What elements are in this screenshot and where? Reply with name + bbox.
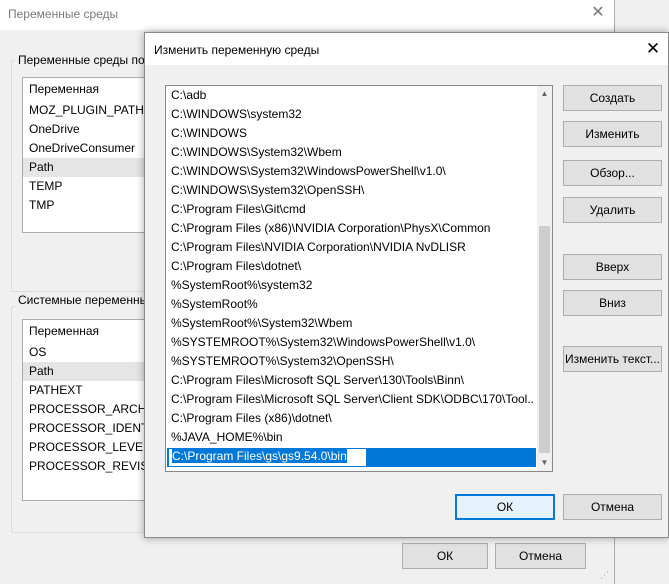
path-edit-input[interactable]: C:\Program Files\gs\gs9.54.0\bin xyxy=(168,448,367,467)
system-list-header[interactable]: Переменная xyxy=(23,320,151,343)
resize-grip-icon[interactable]: ⋰ xyxy=(600,570,609,581)
close-icon[interactable]: ✕ xyxy=(643,39,663,59)
list-item[interactable]: TMP xyxy=(23,196,151,215)
bg-cancel-button[interactable]: Отмена xyxy=(495,543,586,569)
list-item[interactable]: OneDrive xyxy=(23,120,151,139)
path-item[interactable]: %JAVA_HOME%\bin xyxy=(171,428,533,447)
path-list[interactable]: C:\adb C:\WINDOWS\system32 C:\WINDOWS C:… xyxy=(165,85,553,472)
path-item[interactable]: C:\Program Files\Git\cmd xyxy=(171,200,533,219)
user-variables-group-label: Переменные среды по xyxy=(15,53,151,67)
move-up-button[interactable]: Вверх xyxy=(563,254,662,280)
browse-button[interactable]: Обзор... xyxy=(563,160,662,186)
bg-titlebar: Переменные среды ✕ xyxy=(0,0,614,30)
path-item[interactable]: %SYSTEMROOT%\System32\OpenSSH\ xyxy=(171,352,533,371)
list-item[interactable]: PROCESSOR_LEVEL xyxy=(23,438,151,457)
ok-button[interactable]: ОК xyxy=(455,494,555,520)
list-item[interactable]: MOZ_PLUGIN_PATH xyxy=(23,101,151,120)
path-item[interactable]: C:\Program Files\dotnet\ xyxy=(171,257,533,276)
path-item[interactable]: %SystemRoot% xyxy=(171,295,533,314)
scroll-down-arrow-icon[interactable]: ▼ xyxy=(537,455,552,471)
path-item[interactable]: C:\Program Files\Microsoft SQL Server\13… xyxy=(171,371,533,390)
path-item[interactable]: C:\Program Files (x86)\NVIDIA Corporatio… xyxy=(171,219,533,238)
list-item[interactable]: OS xyxy=(23,343,151,362)
path-item[interactable]: %SystemRoot%\system32 xyxy=(171,276,533,295)
user-variables-list[interactable]: Переменная MOZ_PLUGIN_PATH OneDrive OneD… xyxy=(22,77,152,233)
user-list-header[interactable]: Переменная xyxy=(23,78,151,101)
bg-ok-button[interactable]: ОК xyxy=(402,543,488,569)
path-item[interactable]: C:\WINDOWS xyxy=(171,124,533,143)
list-item[interactable]: TEMP xyxy=(23,177,151,196)
system-variables-group-label: Системные переменные xyxy=(15,293,151,307)
path-item[interactable]: C:\WINDOWS\System32\OpenSSH\ xyxy=(171,181,533,200)
move-down-button[interactable]: Вниз xyxy=(563,290,662,316)
delete-button[interactable]: Удалить xyxy=(563,197,662,223)
scroll-up-arrow-icon[interactable]: ▲ xyxy=(537,86,552,102)
list-item[interactable]: OneDriveConsumer xyxy=(23,139,151,158)
edit-variable-dialog: Изменить переменную среды ✕ C:\adb C:\WI… xyxy=(144,32,669,538)
path-item[interactable]: C:\WINDOWS\system32 xyxy=(171,105,533,124)
scroll-thumb[interactable] xyxy=(539,226,550,453)
list-item[interactable]: PROCESSOR_REVISION xyxy=(23,457,151,476)
path-item[interactable]: C:\WINDOWS\System32\Wbem xyxy=(171,143,533,162)
bg-close-icon[interactable]: ✕ xyxy=(590,4,606,22)
path-item[interactable]: C:\Program Files\Microsoft SQL Server\Cl… xyxy=(171,390,533,409)
modal-title: Изменить переменную среды xyxy=(154,43,320,57)
path-item[interactable]: C:\adb xyxy=(171,86,533,105)
path-item[interactable]: %SystemRoot%\System32\Wbem xyxy=(171,314,533,333)
cancel-button[interactable]: Отмена xyxy=(563,494,662,520)
path-item[interactable]: C:\WINDOWS\System32\WindowsPowerShell\v1… xyxy=(171,162,533,181)
path-item[interactable]: C:\Program Files (x86)\dotnet\ xyxy=(171,409,533,428)
list-item[interactable]: Path xyxy=(23,158,151,177)
system-variables-list[interactable]: Переменная OS Path PATHEXT PROCESSOR_ARC… xyxy=(22,319,152,501)
modal-titlebar: Изменить переменную среды ✕ xyxy=(145,33,668,65)
list-item[interactable]: PROCESSOR_IDENTIFI xyxy=(23,419,151,438)
edit-text-button[interactable]: Изменить текст... xyxy=(563,346,662,372)
list-item[interactable]: PATHEXT xyxy=(23,381,151,400)
list-item[interactable]: Path xyxy=(23,362,151,381)
bg-window-title: Переменные среды xyxy=(8,7,119,21)
vertical-scrollbar[interactable]: ▲ ▼ xyxy=(537,86,552,471)
create-button[interactable]: Создать xyxy=(563,85,662,111)
path-item[interactable]: %SYSTEMROOT%\System32\WindowsPowerShell\… xyxy=(171,333,533,352)
list-item[interactable]: PROCESSOR_ARCHITE xyxy=(23,400,151,419)
edit-button[interactable]: Изменить xyxy=(563,121,662,147)
path-edit-text: C:\Program Files\gs\gs9.54.0\bin xyxy=(172,449,347,463)
path-item[interactable]: C:\Program Files\NVIDIA Corporation\NVID… xyxy=(171,238,533,257)
